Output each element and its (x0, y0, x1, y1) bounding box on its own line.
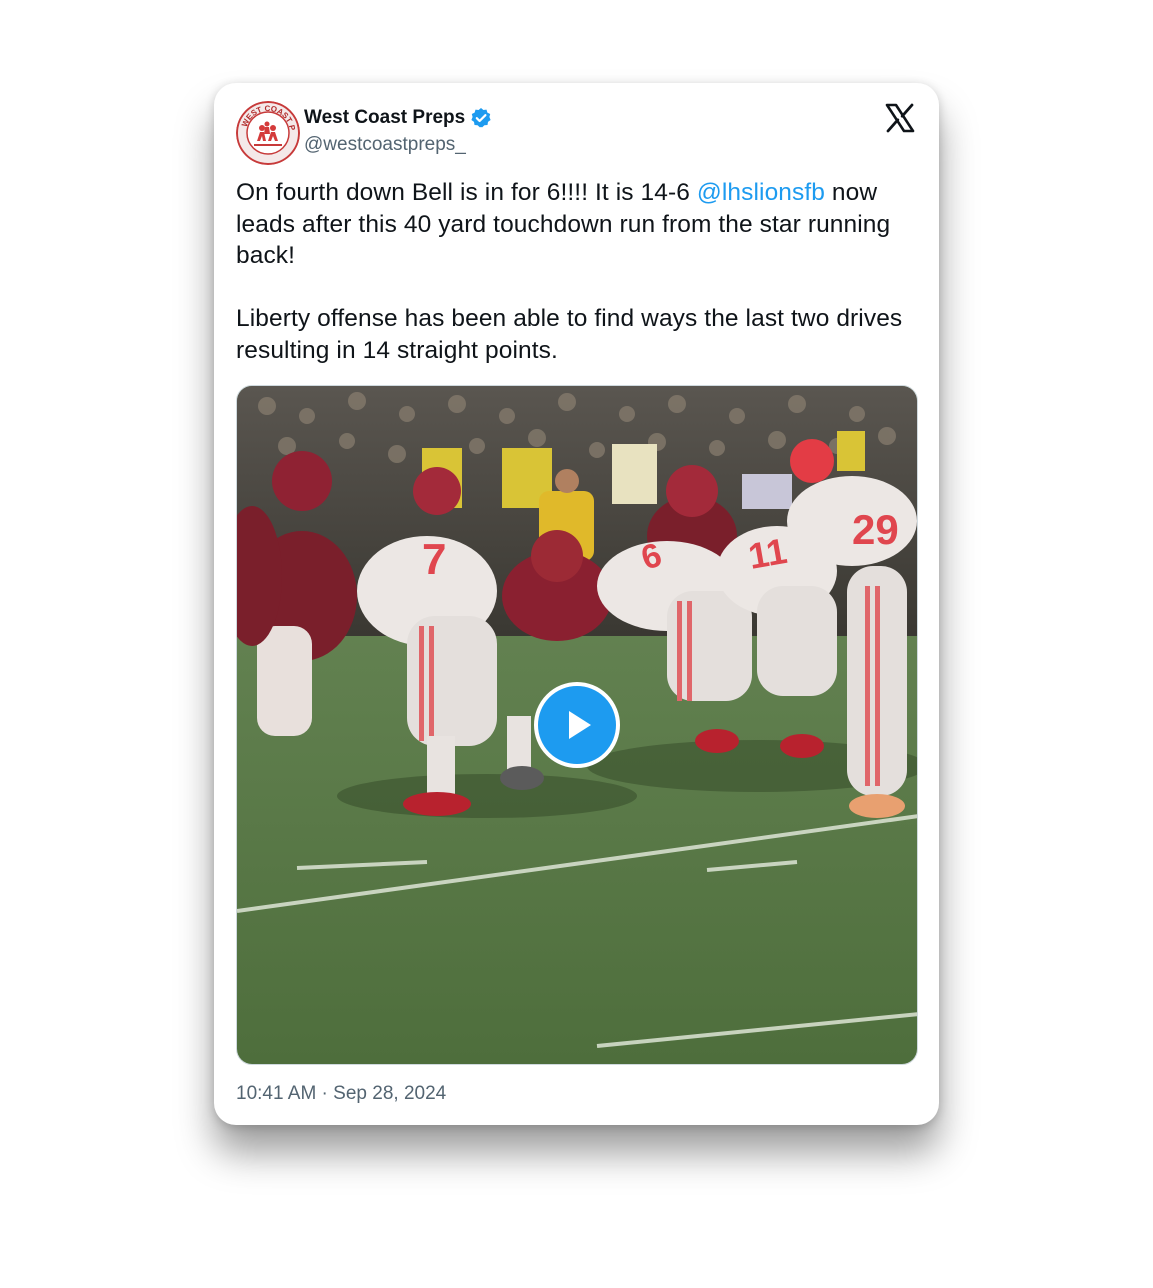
tweet-paragraph-1: On fourth down Bell is in for 6!!!! It i… (236, 177, 926, 272)
play-button[interactable] (534, 682, 620, 768)
author-handle[interactable]: @westcoastpreps_ (304, 134, 492, 156)
x-logo-icon[interactable] (885, 103, 915, 133)
tweet-paragraph-2: Liberty offense has been able to find wa… (236, 305, 903, 364)
mention-link[interactable]: @lhslionsfb (697, 179, 825, 206)
video-player[interactable]: 7 6 11 29 (236, 385, 918, 1065)
tweet-text: On fourth down Bell is in for 6!!!! It i… (236, 177, 926, 366)
avatar[interactable]: WEST COAST PREPS (236, 101, 300, 165)
tweet-timestamp[interactable]: 10:41 AM · Sep 28, 2024 (236, 1083, 446, 1105)
tweet-card[interactable]: WEST COAST PREPS West Coast Preps (214, 83, 939, 1125)
tweet-header: WEST COAST PREPS West Coast Preps (236, 101, 921, 165)
play-icon (569, 711, 591, 739)
jersey-number: 11 (745, 530, 790, 577)
display-name[interactable]: West Coast Preps (304, 107, 465, 129)
jersey-number: 7 (422, 535, 446, 584)
tweet-text-part: On fourth down Bell is in for 6!!!! It i… (236, 179, 697, 206)
verified-badge-icon (470, 107, 492, 129)
jersey-number: 29 (852, 506, 899, 553)
west-coast-preps-logo-icon: WEST COAST PREPS (236, 101, 300, 165)
author-info: West Coast Preps @westcoastpreps_ (304, 105, 492, 156)
